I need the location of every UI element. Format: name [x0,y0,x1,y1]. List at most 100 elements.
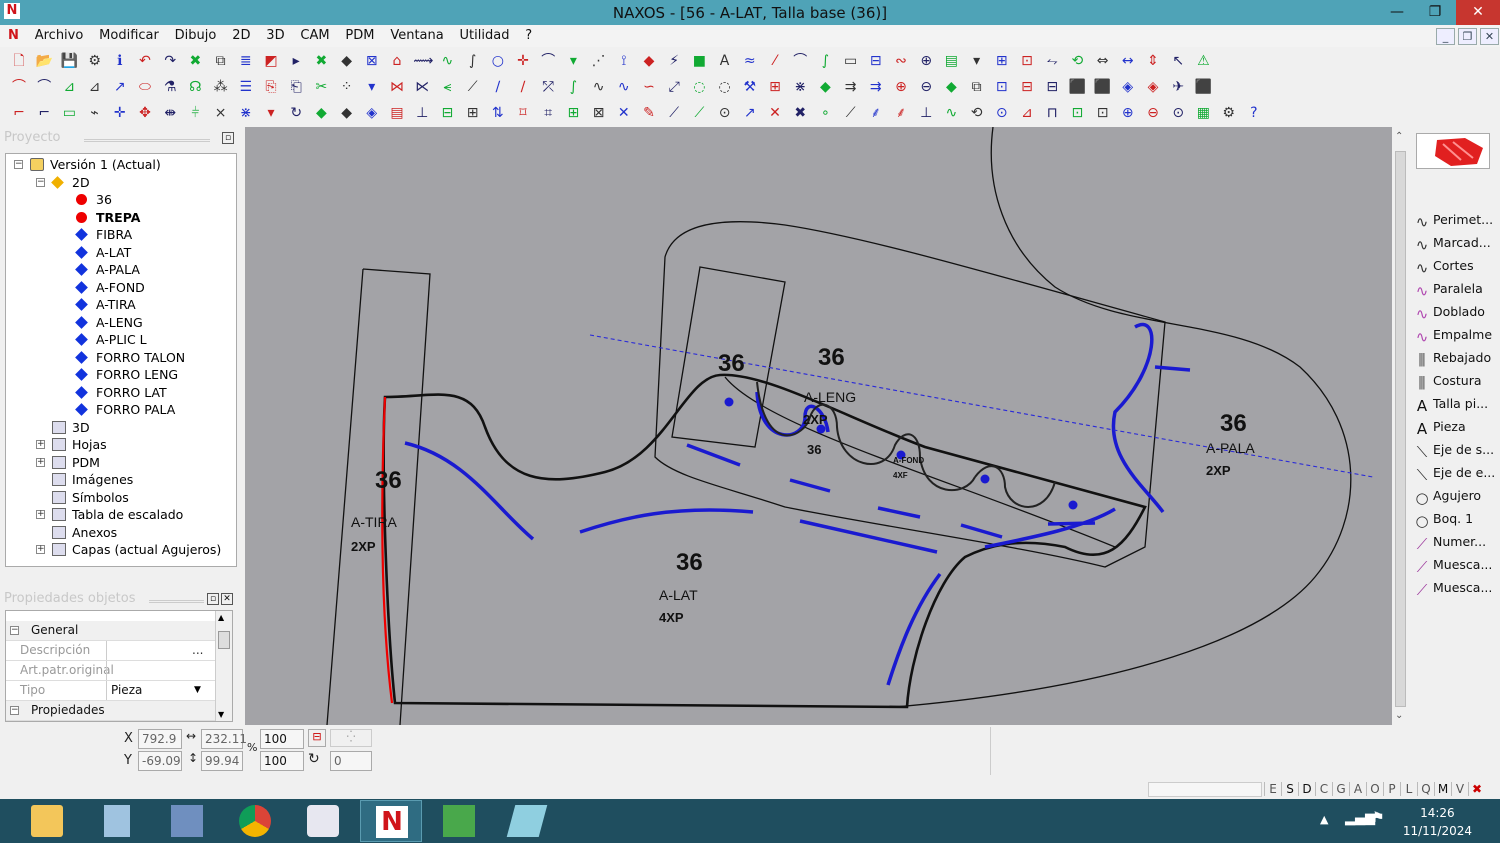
prop-value[interactable] [106,641,206,660]
mode-toggle-m[interactable]: M [1434,782,1451,796]
network-icon[interactable]: ▂▄▆ [1345,811,1375,826]
tool-marcad[interactable]: ∿ Marcad... [1413,232,1499,254]
expand-toggle-icon[interactable]: − [36,177,45,187]
flag-icon[interactable]: ⚑ [1372,810,1385,826]
toolbar-tool-icon[interactable]: ⇼ [161,104,179,122]
toolbar-tool-icon[interactable]: ✕ [766,104,784,122]
toolbar-tool-icon[interactable]: ⬭ [136,78,154,96]
toolbar-tool-icon[interactable]: ⊟ [1043,78,1061,96]
taskbar-app-6[interactable] [428,800,490,842]
toolbar-tool-icon[interactable]: ⊡ [993,78,1011,96]
toolbar-tool-icon[interactable]: ⊕ [1119,104,1137,122]
taskbar-chrome[interactable] [224,800,286,842]
taskbar-calculator[interactable] [86,800,148,842]
toolbar-tool-icon[interactable]: ⎘ [262,78,280,96]
ellipsis-button[interactable]: ... [192,641,203,660]
tool-eje-de-e[interactable]: ⟍ Eje de e... [1413,462,1499,484]
toolbar-tool-icon[interactable]: ⌒ [539,52,557,70]
scale-lock-button[interactable]: ⊟ [308,729,326,747]
toolbar-tool-icon[interactable]: ℹ [111,52,129,70]
toolbar-tool-icon[interactable]: ⊖ [917,78,935,96]
prop-row-art-patr[interactable]: Art.patr.original [6,661,216,681]
toolbar-tool-icon[interactable]: ↔ [1119,52,1137,70]
tool-agujero[interactable]: ○ Agujero [1413,485,1499,507]
mode-toggle-c[interactable]: C [1315,782,1332,796]
toolbar-tool-icon[interactable]: ◩ [262,52,280,70]
toolbar-tool-icon[interactable]: ⇅ [489,104,507,122]
tree-piece[interactable]: FORRO LAT [75,384,167,401]
tool-numer[interactable]: ⟋ Numer... [1413,531,1499,553]
menu-dibujo[interactable]: Dibujo [169,25,223,46]
toolbar-tool-icon[interactable]: ⌗ [539,104,557,122]
toolbar-tool-icon[interactable]: ▾ [564,52,582,70]
toolbar-tool-icon[interactable]: ◆ [338,52,356,70]
toolbar-tool-icon[interactable]: ◆ [942,78,960,96]
toolbar-tool-icon[interactable]: ▤ [942,52,960,70]
toolbar-tool-icon[interactable]: ◈ [1144,78,1162,96]
toolbar-tool-icon[interactable]: ≈ [741,52,759,70]
menu-cam[interactable]: CAM [294,25,335,46]
toolbar-tool-icon[interactable]: ▦ [1194,104,1212,122]
toolbar-tool-icon[interactable]: ▾ [363,78,381,96]
minimize-button[interactable]: — [1378,0,1416,25]
menu-ventana[interactable]: Ventana [384,25,449,46]
toolbar-tool-icon[interactable]: ⊥ [413,104,431,122]
toolbar-tool-icon[interactable]: ∘ [816,104,834,122]
toolbar-tool-icon[interactable]: ↻ [287,104,305,122]
toolbar-tool-icon[interactable]: ⇔ [1094,52,1112,70]
mode-toggle-p[interactable]: P [1383,782,1400,796]
chevron-down-icon[interactable]: ▼ [194,681,201,700]
toolbar-tool-icon[interactable]: ⟋ [665,104,683,122]
toolbar-tool-icon[interactable]: ⌂ [388,52,406,70]
toolbar-tool-icon[interactable]: ⋈ [388,78,406,96]
tree-piece[interactable]: A-TIRA [75,296,136,313]
tree-pdm[interactable]: PDM [52,454,100,471]
toolbar-tool-icon[interactable]: ○ [489,52,507,70]
toolbar-tool-icon[interactable]: ⌒ [10,78,28,96]
toolbar-tool-icon[interactable]: ⊿ [1018,104,1036,122]
toolbar-tool-icon[interactable]: ⌐ [10,104,28,122]
toolbar-tool-icon[interactable]: ⊙ [993,104,1011,122]
toolbar-tool-icon[interactable]: ⊿ [60,78,78,96]
expand-toggle-icon[interactable]: + [36,440,45,449]
toolbar-tool-icon[interactable]: ◈ [1119,78,1137,96]
toolbar-tool-icon[interactable]: ✛ [514,52,532,70]
toolbar-tool-icon[interactable]: ⊟ [867,52,885,70]
section-general[interactable]: − General [6,621,216,641]
tree-piece[interactable]: A-PLIC L [75,331,147,348]
mdi-minimize-button[interactable]: _ [1436,28,1455,45]
tool-cortes[interactable]: ∿ Cortes [1413,255,1499,277]
toolbar-tool-icon[interactable]: ▾ [968,52,986,70]
toolbar-tool-icon[interactable]: ⟟ [615,52,633,70]
toolbar-tool-icon[interactable]: ⌒ [791,52,809,70]
toolbar-tool-icon[interactable]: ⊕ [892,78,910,96]
toolbar-tool-icon[interactable]: ⟋ [464,78,482,96]
toolbar-tool-icon[interactable]: ⇕ [1144,52,1162,70]
x-coordinate-field[interactable]: 792.9 [138,729,182,749]
toolbar-tool-icon[interactable]: ✖ [791,104,809,122]
toolbar-tool-icon[interactable]: ⬛ [1094,78,1112,96]
close-button[interactable]: ✕ [1456,0,1500,25]
tool-paralela[interactable]: ∿ Paralela [1413,278,1499,300]
toolbar-tool-icon[interactable]: ∫ [464,52,482,70]
tree-piece[interactable]: FIBRA [75,226,132,243]
toolbar-tool-icon[interactable]: ▤ [388,104,406,122]
toolbar-tool-icon[interactable]: ∿ [590,78,608,96]
toolbar-tool-icon[interactable]: ⟿ [413,52,433,70]
mode-toggle-d[interactable]: D [1298,782,1315,796]
menu-utilidad[interactable]: Utilidad [454,25,516,46]
tree-piece[interactable]: 36 [76,191,112,208]
toolbar-tool-icon[interactable]: ∕ [489,78,507,96]
tool-talla-pi[interactable]: A Talla pi... [1413,393,1499,415]
toolbar-tool-icon[interactable]: ∕ [514,78,532,96]
toolbar-tool-icon[interactable]: ⚠ [1194,52,1212,70]
toolbar-tool-icon[interactable]: ⬛ [1068,78,1086,96]
preview-thumbnail[interactable] [1416,133,1490,169]
tree-3d[interactable]: 3D [52,419,90,436]
pin-icon[interactable]: ▫ [222,132,234,144]
mode-toggle-s[interactable]: S [1281,782,1298,796]
toolbar-tool-icon[interactable]: ⟋ [690,104,708,122]
toolbar-tool-icon[interactable]: ⊡ [1068,104,1086,122]
toolbar-tool-icon[interactable]: ↶ [136,52,154,70]
toolbar-tool-icon[interactable]: ⇉ [842,78,860,96]
